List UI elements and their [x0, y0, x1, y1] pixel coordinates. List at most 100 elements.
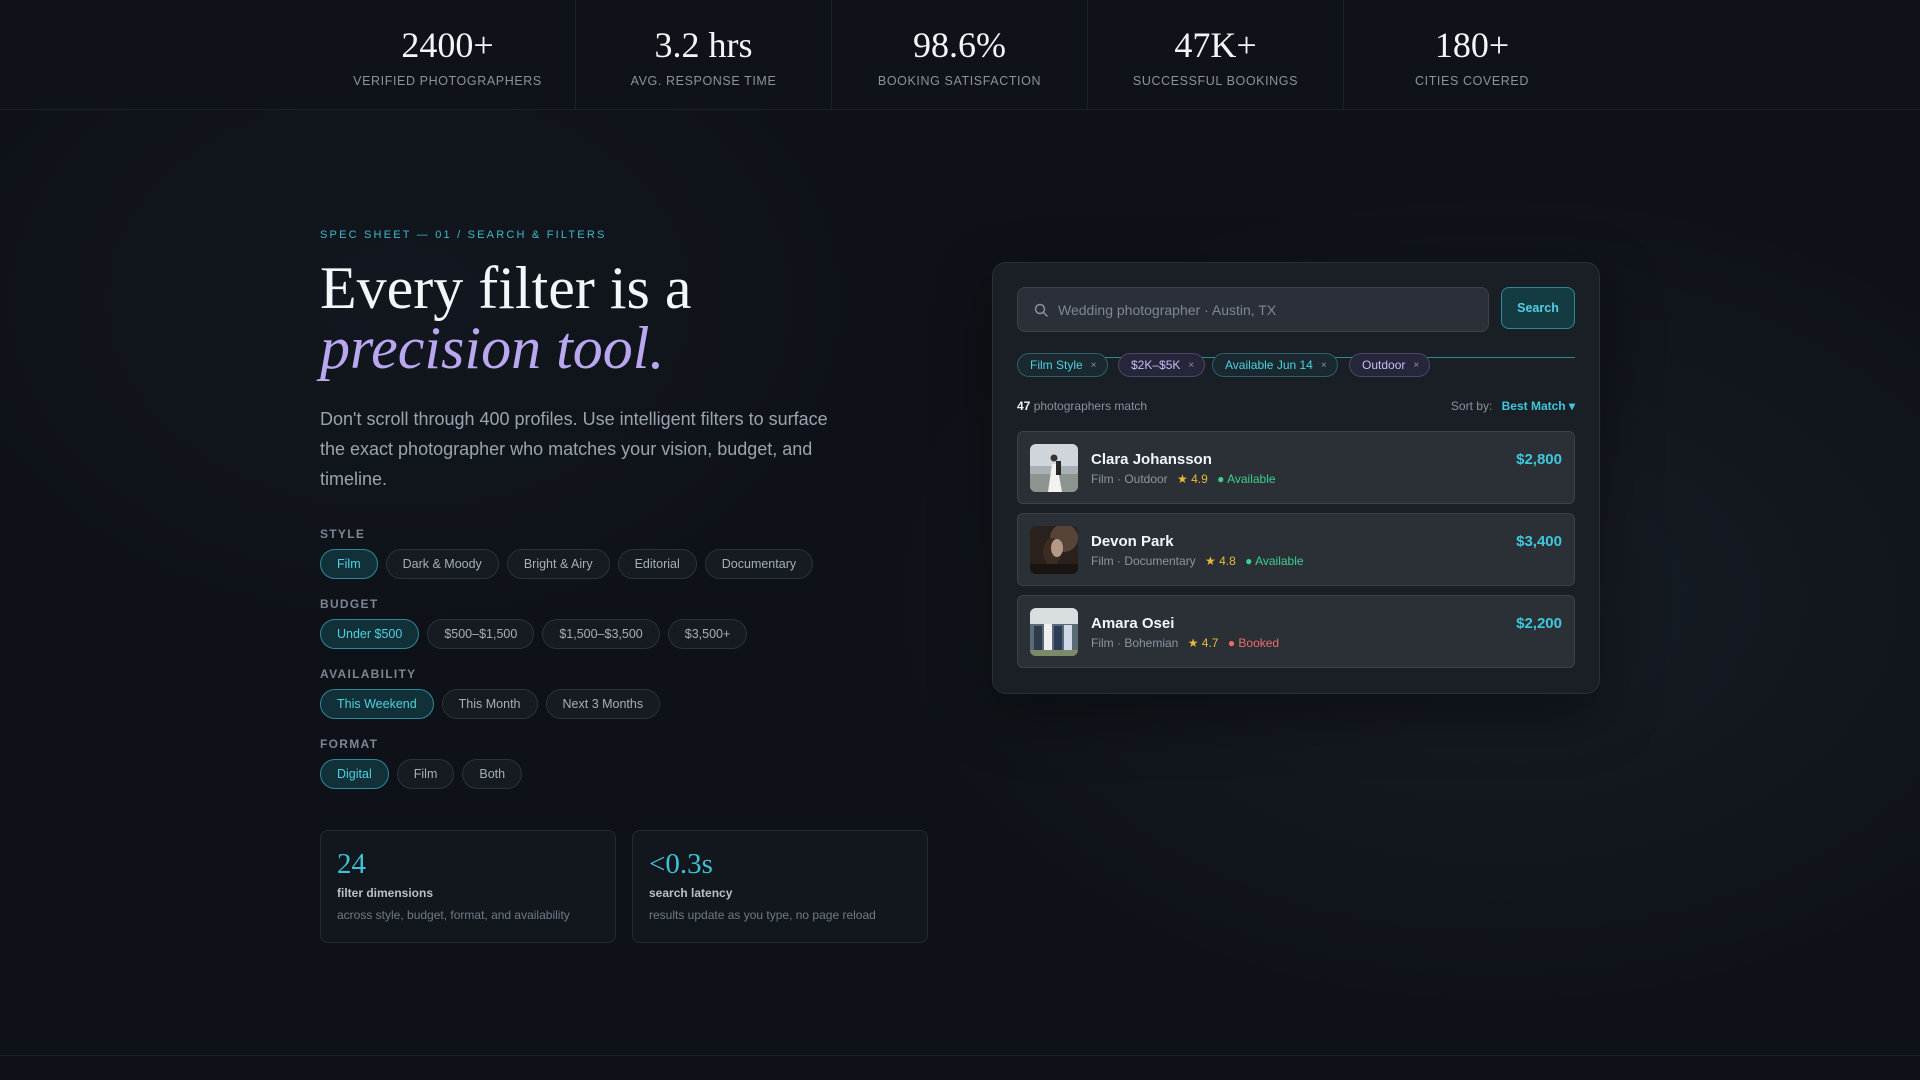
result-card-clara-johansson[interactable]: Clara Johansson Film · Outdoor ★ 4.9 ● A…: [1017, 431, 1575, 504]
avatar: [1030, 444, 1078, 492]
stats-bar: 2400+ VERIFIED PHOTOGRAPHERS 3.2 hrs AVG…: [0, 0, 1920, 110]
chip-style-dark-moody[interactable]: Dark & Moody: [385, 549, 499, 579]
rating: ★ 4.8: [1205, 554, 1236, 568]
chip-style-documentary[interactable]: Documentary: [704, 549, 814, 579]
rating: ★ 4.7: [1187, 636, 1219, 650]
sort-label: Sort by:: [1450, 399, 1493, 413]
chip-format-both[interactable]: Both: [462, 759, 523, 789]
stat-photographers: 2400+ VERIFIED PHOTOGRAPHERS: [320, 0, 576, 110]
result-card-devon-park[interactable]: Devon Park Film · Documentary ★ 4.8 ● Av…: [1017, 513, 1575, 586]
avatar: [1030, 526, 1078, 574]
result-card-amara-osei[interactable]: Amara Osei Film · Bohemian ★ 4.7 ● Booke…: [1017, 595, 1575, 668]
stat-satisfaction: 98.6% BOOKING SATISFACTION: [832, 0, 1088, 110]
photographer-meta: Film · Outdoor ★ 4.9 ● Available: [1091, 472, 1276, 486]
chip-list: Digital Film Both: [320, 759, 523, 789]
chip-availability-this-month[interactable]: This Month: [441, 689, 538, 719]
section-divider: [0, 1055, 1920, 1056]
tag-label: Available Jun 14: [1225, 358, 1313, 372]
metric-description: across style, budget, format, and availa…: [337, 908, 570, 922]
status-badge: ● Available: [1217, 472, 1276, 486]
chip-style-editorial[interactable]: Editorial: [617, 549, 697, 579]
active-tag-availability[interactable]: Available Jun 14 ×: [1212, 353, 1338, 377]
filter-group-format: FORMAT Digital Film Both: [320, 737, 523, 789]
results-count-suffix: photographers match: [1033, 399, 1148, 413]
stat-label: AVG. RESPONSE TIME: [630, 74, 777, 88]
results-summary: 47 photographers match Sort by: Best Mat…: [1017, 399, 1575, 415]
chip-budget-3500-plus[interactable]: $3,500+: [667, 619, 748, 649]
status-badge: ● Booked: [1227, 636, 1280, 650]
rating: ★ 4.9: [1177, 472, 1208, 486]
stat-bookings: 47K+ SUCCESSFUL BOOKINGS: [1088, 0, 1344, 110]
stat-label: SUCCESSFUL BOOKINGS: [1132, 74, 1299, 88]
stat-value: 180+: [1434, 25, 1510, 65]
headline-line-1: Every filter is a: [320, 255, 692, 321]
chip-budget-1500-3500[interactable]: $1,500–$3,500: [542, 619, 660, 649]
intro-paragraph: Don't scroll through 400 profiles. Use i…: [320, 409, 828, 489]
photographer-name: Clara Johansson: [1091, 451, 1212, 468]
stat-value: 3.2 hrs: [654, 25, 753, 65]
photographer-tags: Film · Bohemian: [1091, 636, 1179, 650]
stat-value: 98.6%: [913, 25, 1006, 65]
active-tag-budget[interactable]: $2K–$5K ×: [1118, 353, 1206, 377]
active-filter-tags: Film Style × $2K–$5K × Available Jun 14 …: [1017, 353, 1575, 379]
tag-label: $2K–$5K: [1131, 358, 1181, 372]
chip-style-film[interactable]: Film: [320, 549, 378, 579]
remove-tag-icon[interactable]: ×: [1188, 360, 1194, 371]
remove-tag-icon[interactable]: ×: [1413, 360, 1419, 371]
photographer-tags: Film · Outdoor: [1091, 472, 1168, 486]
filter-label: AVAILABILITY: [320, 667, 417, 681]
chip-availability-this-weekend[interactable]: This Weekend: [320, 689, 434, 719]
sort-dropdown[interactable]: Best Match ▾: [1502, 399, 1575, 413]
search-input[interactable]: [1058, 288, 1488, 331]
search-field[interactable]: [1017, 287, 1489, 332]
stat-value: 47K+: [1174, 25, 1257, 65]
photographer-name: Devon Park: [1091, 533, 1174, 550]
remove-tag-icon[interactable]: ×: [1321, 360, 1327, 371]
avatar: [1030, 608, 1078, 656]
price: $2,800: [1516, 451, 1562, 468]
tag-label: Outdoor: [1362, 358, 1406, 372]
filter-group-budget: BUDGET Under $500 $500–$1,500 $1,500–$3,…: [320, 597, 748, 649]
stat-response-time: 3.2 hrs AVG. RESPONSE TIME: [576, 0, 832, 110]
stat-label: BOOKING SATISFACTION: [877, 74, 1042, 88]
chip-list: Film Dark & Moody Bright & Airy Editoria…: [320, 549, 814, 579]
metric-description: results update as you type, no page relo…: [649, 908, 876, 922]
stat-cities: 180+ CITIES COVERED: [1344, 0, 1600, 110]
active-tag-outdoor[interactable]: Outdoor ×: [1349, 353, 1431, 377]
chip-budget-under-500[interactable]: Under $500: [320, 619, 420, 649]
search-demo-panel: Search Film Style × $2K–$5K × Available …: [992, 262, 1600, 694]
section-eyebrow: SPEC SHEET — 01 / SEARCH & FILTERS: [320, 229, 607, 241]
price: $3,400: [1516, 533, 1562, 550]
sort-control: Sort by: Best Match ▾: [1451, 399, 1575, 413]
filter-group-availability: AVAILABILITY This Weekend This Month Nex…: [320, 667, 661, 719]
remove-tag-icon[interactable]: ×: [1091, 360, 1097, 371]
filter-label: STYLE: [320, 527, 366, 541]
chip-availability-next-3-months[interactable]: Next 3 Months: [545, 689, 661, 719]
stat-label: CITIES COVERED: [1415, 74, 1529, 88]
chip-format-film[interactable]: Film: [396, 759, 455, 789]
chip-list: Under $500 $500–$1,500 $1,500–$3,500 $3,…: [320, 619, 748, 649]
photographer-tags: Film · Documentary: [1091, 554, 1196, 568]
photographer-meta: Film · Documentary ★ 4.8 ● Available: [1091, 554, 1304, 568]
metric-title: search latency: [649, 886, 733, 900]
active-tag-film-style[interactable]: Film Style ×: [1017, 353, 1108, 377]
photographer-name: Amara Osei: [1091, 615, 1175, 632]
background: [0, 0, 1920, 1080]
filter-label: BUDGET: [320, 597, 379, 611]
metric-card-search-latency: <0.3s search latency results update as y…: [632, 830, 928, 943]
chip-budget-500-1500[interactable]: $500–$1,500: [427, 619, 535, 649]
headline-accent: precision tool.: [320, 315, 665, 381]
filter-label: FORMAT: [320, 737, 379, 751]
tag-label: Film Style: [1030, 358, 1083, 372]
price: $2,200: [1516, 615, 1562, 632]
chip-list: This Weekend This Month Next 3 Months: [320, 689, 661, 719]
results-count: 47: [1017, 399, 1031, 413]
metric-title: filter dimensions: [337, 886, 434, 900]
search-icon: [1034, 303, 1048, 317]
search-button[interactable]: Search: [1501, 287, 1575, 329]
chip-format-digital[interactable]: Digital: [320, 759, 389, 789]
chip-style-bright-airy[interactable]: Bright & Airy: [506, 549, 610, 579]
metric-value: 24: [337, 848, 366, 880]
filter-group-style: STYLE Film Dark & Moody Bright & Airy Ed…: [320, 527, 814, 579]
metric-card-filter-dimensions: 24 filter dimensions across style, budge…: [320, 830, 616, 943]
